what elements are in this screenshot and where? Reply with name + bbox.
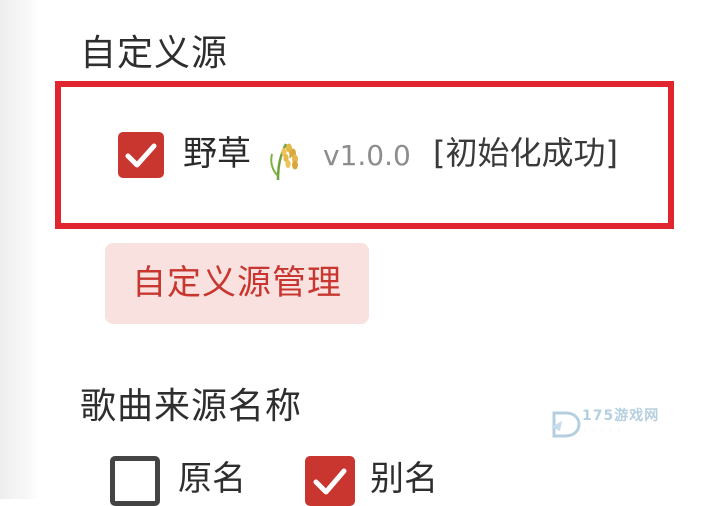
custom-source-item[interactable]: 野草 v1.0.0 [初始化成功] — [55, 81, 674, 229]
section-title-song-source-name: 歌曲来源名称 — [80, 386, 303, 427]
watermark-logo-icon — [551, 411, 581, 438]
watermark-subtext: · · · · · — [584, 427, 623, 435]
section-title-custom-source: 自定义源 — [80, 33, 229, 74]
custom-source-manage-button[interactable]: 自定义源管理 — [105, 243, 369, 324]
source-version: v1.0.0 — [323, 139, 411, 172]
source-name: 野草 — [183, 134, 251, 174]
original-name-label: 原名 — [178, 459, 246, 499]
source-status: [初始化成功] — [433, 134, 618, 172]
site-watermark: 175游戏网 · · · · · — [548, 405, 678, 445]
alias-label: 别名 — [370, 459, 438, 499]
source-enable-checkbox[interactable] — [118, 132, 164, 178]
watermark-text: 175游戏网 — [582, 408, 660, 424]
rice-plant-icon — [270, 143, 298, 181]
left-edge-shade — [0, 0, 40, 499]
checkmark-icon — [125, 143, 157, 168]
